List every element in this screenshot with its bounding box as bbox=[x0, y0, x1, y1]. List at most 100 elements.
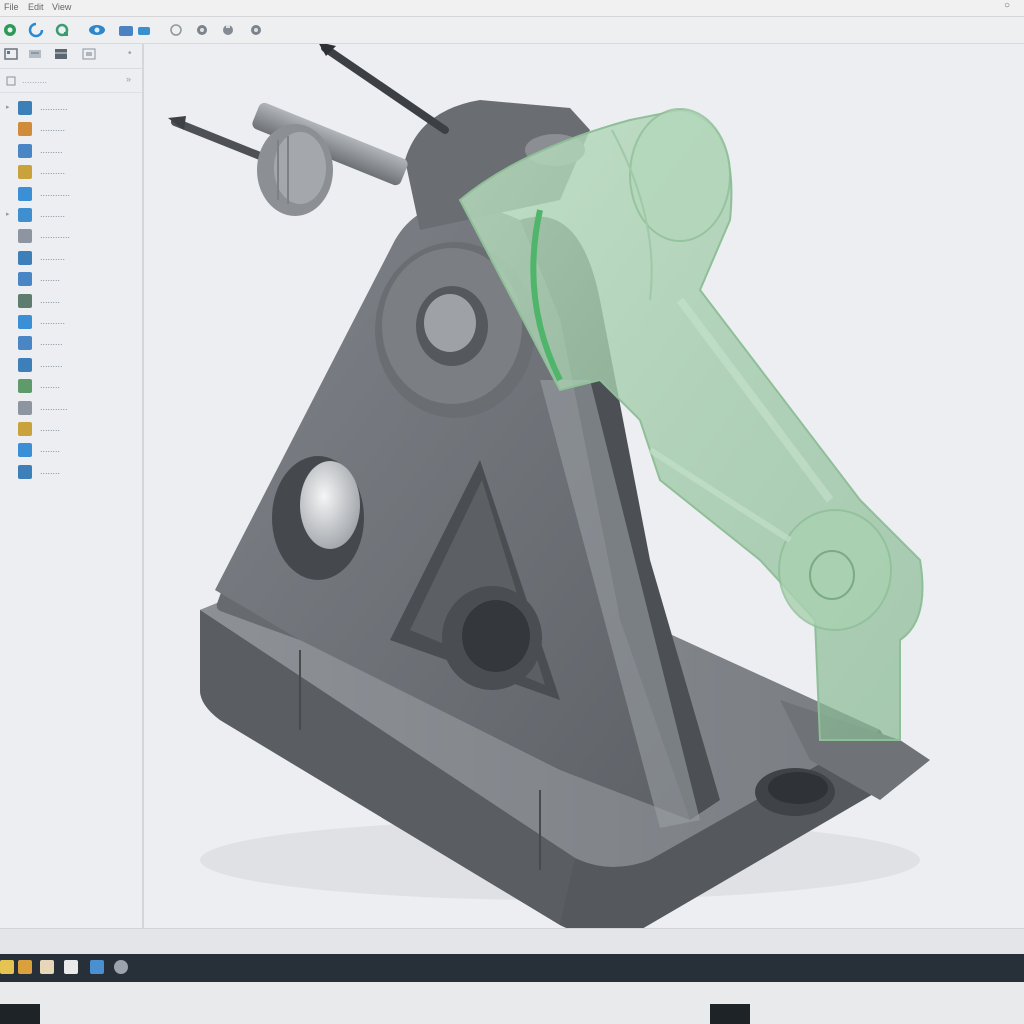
tree-item-label: ........... bbox=[40, 401, 68, 412]
panel-pin-icon[interactable]: • bbox=[128, 48, 132, 59]
feature-tree-tab-icon[interactable] bbox=[4, 48, 18, 60]
refresh-icon[interactable] bbox=[28, 22, 44, 38]
tree-item-label: .......... bbox=[40, 316, 66, 326]
mirror-icon bbox=[18, 336, 32, 351]
expand-arrow-icon[interactable] bbox=[6, 425, 12, 433]
expand-arrow-icon[interactable] bbox=[6, 339, 12, 347]
tree-item[interactable]: ......... bbox=[4, 143, 136, 161]
pattern-icon bbox=[18, 357, 32, 372]
shell-icon bbox=[18, 379, 32, 394]
open-icon[interactable] bbox=[54, 22, 70, 38]
cad-app-icon[interactable] bbox=[90, 960, 104, 974]
tree-item[interactable]: ......... bbox=[4, 357, 136, 375]
document-icon[interactable] bbox=[64, 960, 78, 974]
expand-arrow-icon[interactable]: ▸ bbox=[6, 104, 12, 112]
browser-icon[interactable] bbox=[114, 960, 128, 974]
explorer-icon[interactable] bbox=[18, 960, 32, 974]
tree-item-label: ......... bbox=[40, 358, 63, 369]
tree-item[interactable]: .......... bbox=[4, 164, 136, 182]
expand-arrow-icon[interactable] bbox=[6, 254, 12, 262]
tree-item[interactable]: .......... bbox=[4, 314, 136, 332]
shaft-assembly[interactable] bbox=[168, 44, 449, 216]
tree-item[interactable]: ▸.......... bbox=[4, 207, 136, 225]
tree-item-label: .......... bbox=[40, 251, 66, 262]
material-icon bbox=[18, 422, 32, 436]
new-icon[interactable] bbox=[2, 22, 18, 38]
window-controls-icon[interactable]: ○ bbox=[1004, 0, 1010, 11]
rib-icon bbox=[18, 315, 32, 329]
tree-item-label: .......... bbox=[40, 123, 66, 134]
tree-item[interactable]: ......... bbox=[4, 335, 136, 353]
tree-item-label: ......... bbox=[40, 144, 63, 155]
property-tab-icon[interactable] bbox=[28, 48, 42, 60]
tree-item-label: ........ bbox=[40, 444, 61, 455]
layers-icon[interactable] bbox=[136, 22, 152, 38]
tree-item[interactable]: ▸........... bbox=[4, 100, 136, 118]
extrude-icon bbox=[18, 186, 32, 201]
tree-item[interactable]: ........ bbox=[4, 378, 136, 396]
monitor-bezel bbox=[0, 982, 1024, 1024]
tree-item[interactable]: ............ bbox=[4, 186, 136, 204]
expand-arrow-icon[interactable] bbox=[6, 275, 12, 283]
expand-arrow-icon[interactable] bbox=[6, 297, 12, 305]
expand-arrow-icon[interactable] bbox=[6, 232, 12, 240]
tree-item[interactable]: .......... bbox=[4, 121, 136, 139]
feature-tree-panel: • .......... » ▸........................… bbox=[0, 44, 144, 928]
tree-item-label: ............ bbox=[40, 187, 71, 198]
filter-arrow-icon[interactable]: » bbox=[126, 74, 131, 84]
boss-icon bbox=[18, 208, 32, 222]
model-viewport[interactable] bbox=[144, 44, 1024, 928]
tree-item-label: ........... bbox=[40, 102, 68, 112]
sketch-icon bbox=[18, 165, 32, 180]
settings-icon[interactable] bbox=[248, 22, 264, 38]
tree-item-label: ........ bbox=[40, 273, 61, 284]
sketch-icon[interactable] bbox=[168, 22, 184, 38]
tree-item[interactable]: ........ bbox=[4, 464, 136, 482]
filter-placeholder: .......... bbox=[22, 75, 48, 85]
start-icon[interactable] bbox=[0, 960, 14, 974]
chamfer-icon bbox=[18, 293, 32, 308]
tree-item-label: .......... bbox=[40, 166, 66, 177]
extrude-icon[interactable] bbox=[194, 22, 210, 38]
tree-item[interactable]: ........... bbox=[4, 400, 136, 418]
expand-arrow-icon[interactable] bbox=[6, 404, 12, 412]
bezel-dark-left bbox=[0, 1004, 40, 1024]
expand-arrow-icon[interactable] bbox=[6, 147, 12, 155]
pivot-pin bbox=[424, 294, 476, 352]
status-bar bbox=[0, 928, 1024, 955]
assembly-icon bbox=[18, 101, 32, 115]
mate-icon bbox=[18, 400, 32, 415]
menu-view[interactable]: View bbox=[52, 2, 71, 12]
body-icon bbox=[18, 443, 32, 458]
menu-edit[interactable]: Edit bbox=[28, 2, 44, 12]
expand-arrow-icon[interactable]: ▸ bbox=[6, 211, 12, 219]
config-tab-icon[interactable] bbox=[54, 48, 68, 60]
expand-arrow-icon[interactable] bbox=[6, 125, 12, 133]
tree-item[interactable]: ........ bbox=[4, 442, 136, 460]
tree-item[interactable]: ........ bbox=[4, 421, 136, 439]
expand-arrow-icon[interactable] bbox=[6, 318, 12, 326]
expand-arrow-icon[interactable] bbox=[6, 382, 12, 390]
tree-item-label: ......... bbox=[40, 337, 63, 348]
3d-model-view[interactable] bbox=[144, 44, 1024, 928]
expand-arrow-icon[interactable] bbox=[6, 446, 12, 454]
menu-file[interactable]: File bbox=[4, 2, 19, 12]
origin-icon bbox=[18, 464, 32, 479]
tree-item-label: ........ bbox=[40, 423, 61, 433]
tree-item[interactable]: .......... bbox=[4, 250, 136, 268]
notes-icon[interactable] bbox=[40, 960, 54, 974]
expand-arrow-icon[interactable] bbox=[6, 468, 12, 476]
tree-item-label: ........ bbox=[40, 465, 61, 476]
menu-bar: File Edit View ○ bbox=[0, 0, 1024, 17]
tree-item[interactable]: ........ bbox=[4, 293, 136, 311]
expand-arrow-icon[interactable] bbox=[6, 361, 12, 369]
expand-arrow-icon[interactable] bbox=[6, 168, 12, 176]
expand-arrow-icon[interactable] bbox=[6, 190, 12, 198]
view-icon[interactable] bbox=[86, 22, 108, 38]
tree-item[interactable]: ............ bbox=[4, 228, 136, 246]
revolve-icon[interactable] bbox=[220, 22, 236, 38]
display-tab-icon[interactable] bbox=[82, 48, 96, 60]
folder-icon[interactable] bbox=[118, 22, 134, 38]
tree-filter[interactable]: .......... » bbox=[0, 70, 142, 93]
tree-item[interactable]: ........ bbox=[4, 271, 136, 289]
